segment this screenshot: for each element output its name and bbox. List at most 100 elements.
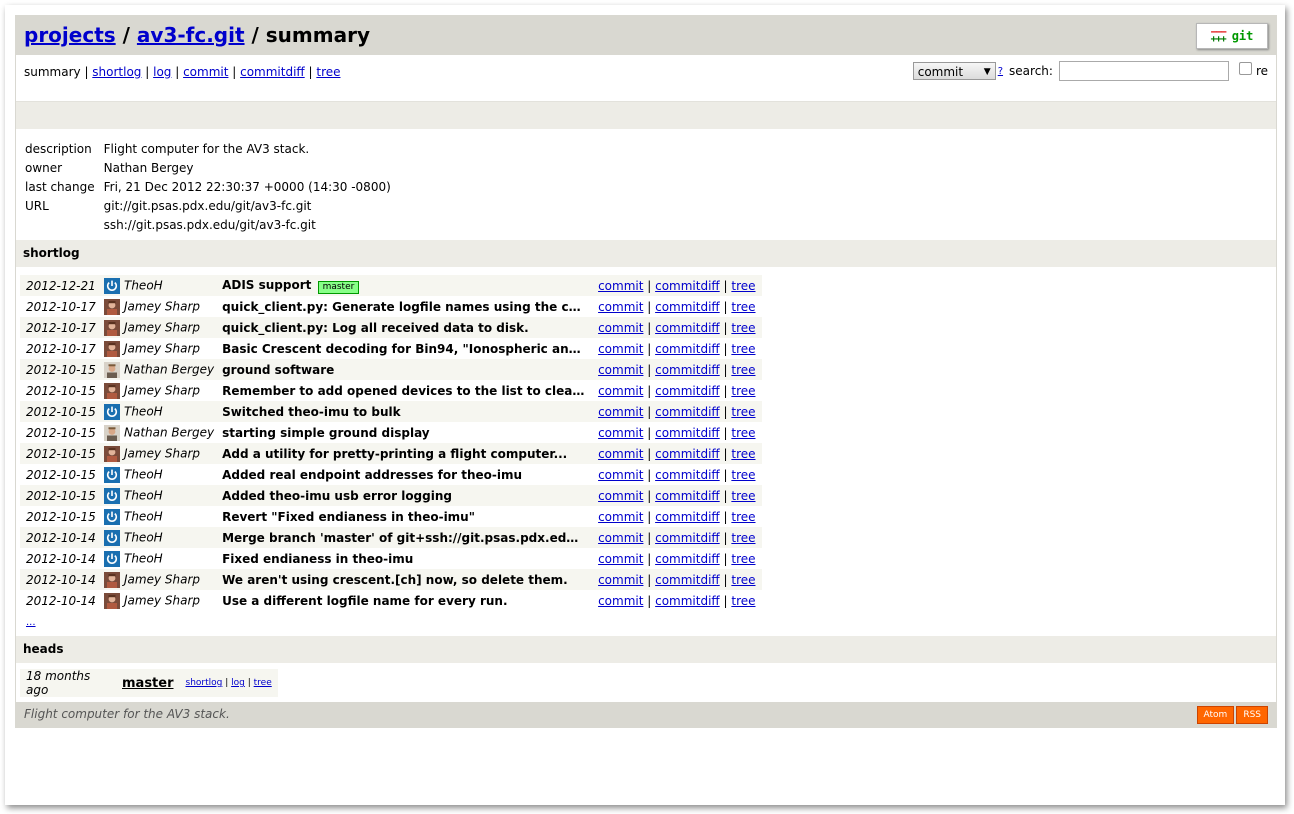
commit-link[interactable]: commit <box>598 384 643 398</box>
commit-link[interactable]: commit <box>598 552 643 566</box>
commitdiff-link[interactable]: commitdiff <box>655 363 720 377</box>
search-help-link[interactable]: ? <box>998 66 1003 77</box>
tree-link[interactable]: tree <box>731 279 755 293</box>
commit-subject[interactable]: Merge branch 'master' of git+ssh://git.p… <box>218 527 591 548</box>
commitdiff-link[interactable]: commitdiff <box>655 342 720 356</box>
subject-text[interactable]: Added theo-imu usb error logging <box>222 489 452 503</box>
nav-link-tree[interactable]: tree <box>316 65 340 79</box>
commit-subject[interactable]: quick_client.py: Generate logfile names … <box>218 296 590 317</box>
subject-text[interactable]: Remember to add opened devices to the li… <box>222 384 590 398</box>
commitdiff-link[interactable]: commitdiff <box>655 321 720 335</box>
commit-subject[interactable]: ADIS support master <box>218 275 591 296</box>
nav-link-commit[interactable]: commit <box>183 65 228 79</box>
commit-subject[interactable]: Switched theo-imu to bulk <box>218 401 591 422</box>
commitdiff-link[interactable]: commitdiff <box>655 573 720 587</box>
search-input[interactable] <box>1058 61 1229 81</box>
commit-subject[interactable]: quick_client.py: Log all received data t… <box>218 317 591 338</box>
tree-link[interactable]: tree <box>731 594 755 608</box>
commit-link[interactable]: commit <box>598 447 643 461</box>
regex-checkbox[interactable] <box>1238 61 1252 75</box>
commit-link[interactable]: commit <box>598 468 643 482</box>
commit-link[interactable]: commit <box>598 531 643 545</box>
commit-link[interactable]: commit <box>598 363 643 377</box>
commitdiff-link[interactable]: commitdiff <box>655 531 720 545</box>
subject-text[interactable]: starting simple ground display <box>222 426 430 440</box>
subject-text[interactable]: Merge branch 'master' of git+ssh://git.p… <box>222 531 588 545</box>
commit-link[interactable]: commit <box>598 342 643 356</box>
commit-subject[interactable]: Use a different logfile name for every r… <box>218 590 590 611</box>
commitdiff-link[interactable]: commitdiff <box>655 552 720 566</box>
subject-text[interactable]: Fixed endianess in theo-imu <box>222 552 413 566</box>
subject-text[interactable]: quick_client.py: Generate logfile names … <box>222 300 590 314</box>
heads-title[interactable]: heads <box>16 636 1276 663</box>
subject-text[interactable]: Switched theo-imu to bulk <box>222 405 401 419</box>
rss-feed-button[interactable]: RSS <box>1236 706 1268 724</box>
commit-link[interactable]: commit <box>598 510 643 524</box>
tree-link[interactable]: tree <box>731 489 755 503</box>
subject-text[interactable]: quick_client.py: Log all received data t… <box>222 321 529 335</box>
atom-feed-button[interactable]: Atom <box>1196 706 1235 724</box>
commit-subject[interactable]: Remember to add opened devices to the li… <box>218 380 590 401</box>
tree-link[interactable]: tree <box>731 405 755 419</box>
nav-link-commitdiff[interactable]: commitdiff <box>240 65 305 79</box>
commit-link[interactable]: commit <box>598 279 643 293</box>
commit-subject[interactable]: Fixed endianess in theo-imu <box>218 548 590 569</box>
commitdiff-link[interactable]: commitdiff <box>655 405 720 419</box>
commit-link[interactable]: commit <box>598 426 643 440</box>
tree-link[interactable]: tree <box>731 342 755 356</box>
commit-subject[interactable]: Added theo-imu usb error logging <box>218 485 591 506</box>
commit-subject[interactable]: ground software <box>218 359 591 380</box>
subject-text[interactable]: Revert "Fixed endianess in theo-imu" <box>222 510 475 524</box>
commit-link[interactable]: commit <box>598 405 643 419</box>
commit-subject[interactable]: Added real endpoint addresses for theo-i… <box>218 464 590 485</box>
tree-link[interactable]: tree <box>731 510 755 524</box>
subject-text[interactable]: Add a utility for pretty-printing a flig… <box>222 447 567 461</box>
git-logo[interactable]: −−− +++ git <box>1196 23 1268 49</box>
commit-link[interactable]: commit <box>598 321 643 335</box>
commit-subject[interactable]: starting simple ground display <box>218 422 590 443</box>
shortlog-title[interactable]: shortlog <box>16 240 1276 267</box>
tree-link[interactable]: tree <box>731 426 755 440</box>
commitdiff-link[interactable]: commitdiff <box>655 279 720 293</box>
commitdiff-link[interactable]: commitdiff <box>655 447 720 461</box>
subject-text[interactable]: We aren't using crescent.[ch] now, so de… <box>222 573 568 587</box>
subject-text[interactable]: Added real endpoint addresses for theo-i… <box>222 468 522 482</box>
tree-link[interactable]: tree <box>731 321 755 335</box>
projects-link[interactable]: projects <box>24 23 116 47</box>
commitdiff-link[interactable]: commitdiff <box>655 426 720 440</box>
commit-link[interactable]: commit <box>598 489 643 503</box>
commit-subject[interactable]: Add a utility for pretty-printing a flig… <box>218 443 591 464</box>
tree-link[interactable]: tree <box>731 384 755 398</box>
subject-text[interactable]: Use a different logfile name for every r… <box>222 594 507 608</box>
tree-link[interactable]: tree <box>731 300 755 314</box>
head-name-link[interactable]: master <box>122 676 174 691</box>
commit-link[interactable]: commit <box>598 573 643 587</box>
head-log-link[interactable]: log <box>231 678 245 688</box>
commit-link[interactable]: commit <box>598 594 643 608</box>
commit-link[interactable]: commit <box>598 300 643 314</box>
nav-link-log[interactable]: log <box>153 65 171 79</box>
nav-link-shortlog[interactable]: shortlog <box>92 65 141 79</box>
branch-badge[interactable]: master <box>317 280 360 294</box>
commitdiff-link[interactable]: commitdiff <box>655 594 720 608</box>
subject-text[interactable]: ground software <box>222 363 334 377</box>
tree-link[interactable]: tree <box>731 447 755 461</box>
commit-subject[interactable]: We aren't using crescent.[ch] now, so de… <box>218 569 591 590</box>
head-tree-link[interactable]: tree <box>254 678 272 688</box>
tree-link[interactable]: tree <box>731 363 755 377</box>
tree-link[interactable]: tree <box>731 573 755 587</box>
search-type-select[interactable]: commit ▼ <box>912 62 996 80</box>
tree-link[interactable]: tree <box>731 531 755 545</box>
subject-text[interactable]: Basic Crescent decoding for Bin94, "Iono… <box>222 342 590 356</box>
repo-link[interactable]: av3-fc.git <box>137 23 245 47</box>
commitdiff-link[interactable]: commitdiff <box>655 300 720 314</box>
tree-link[interactable]: tree <box>731 552 755 566</box>
commitdiff-link[interactable]: commitdiff <box>655 510 720 524</box>
subject-text[interactable]: ADIS support <box>222 278 311 292</box>
more-link[interactable]: ... <box>26 617 36 628</box>
tree-link[interactable]: tree <box>731 468 755 482</box>
commitdiff-link[interactable]: commitdiff <box>655 468 720 482</box>
commit-subject[interactable]: Basic Crescent decoding for Bin94, "Iono… <box>218 338 590 359</box>
commit-subject[interactable]: Revert "Fixed endianess in theo-imu" <box>218 506 590 527</box>
commitdiff-link[interactable]: commitdiff <box>655 384 720 398</box>
